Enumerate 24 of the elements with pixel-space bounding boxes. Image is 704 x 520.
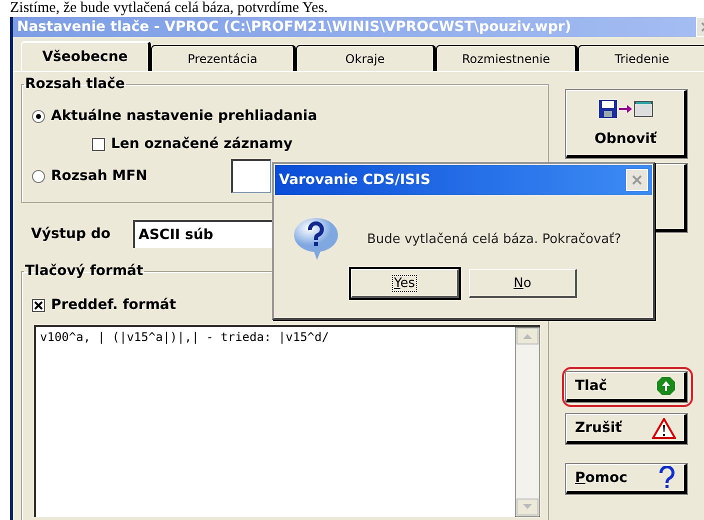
window-title: Nastavenie tlače - VPROC (C:\PROFM21\WINIS\VPROCWST\pouziv.wpr) [17,19,572,35]
option-label: Len označené záznamy [111,136,292,152]
format-text: v100^a, | (|v15^a|)|,| - trieda: |v15^d/ [40,330,329,344]
dialog-button[interactable]: Yes [351,269,459,298]
tab[interactable]: Triedenie [578,45,704,71]
group-title: Tlačový formát [24,263,144,279]
tab[interactable]: Rozmiestnenie [436,45,578,71]
side-button[interactable]: Pomoc [566,464,687,494]
side-button[interactable]: Zrušiť [566,414,687,444]
tab[interactable]: Všeobecne [21,41,151,71]
option-label: Rozsah MFN [51,168,148,184]
side-button[interactable]: Tlač [566,372,687,402]
dialog-message: Bude vytlačená celá báza. Pokračovať? [367,232,622,246]
dialog-title: Varovanie CDS/ISIS [279,172,430,188]
group-title: Rozsah tlače [24,76,126,92]
dialog-button[interactable]: No [469,269,577,298]
option-label: Preddef. formát [51,297,176,313]
side-button[interactable]: Obnoviť [566,90,687,158]
format-editor[interactable]: v100^a, | (|v15^a|)|,| - trieda: |v15^d/ [34,325,540,517]
output-label: Výstup do [31,226,110,242]
option-label: Aktuálne nastavenie prehliadania [51,108,318,124]
tab[interactable]: Prezentácia [151,45,296,71]
tab[interactable]: Okraje [296,45,436,71]
caption-text: Zistíme, že bude vytlačená celá báza, potvrdíme Yes. [10,0,329,17]
